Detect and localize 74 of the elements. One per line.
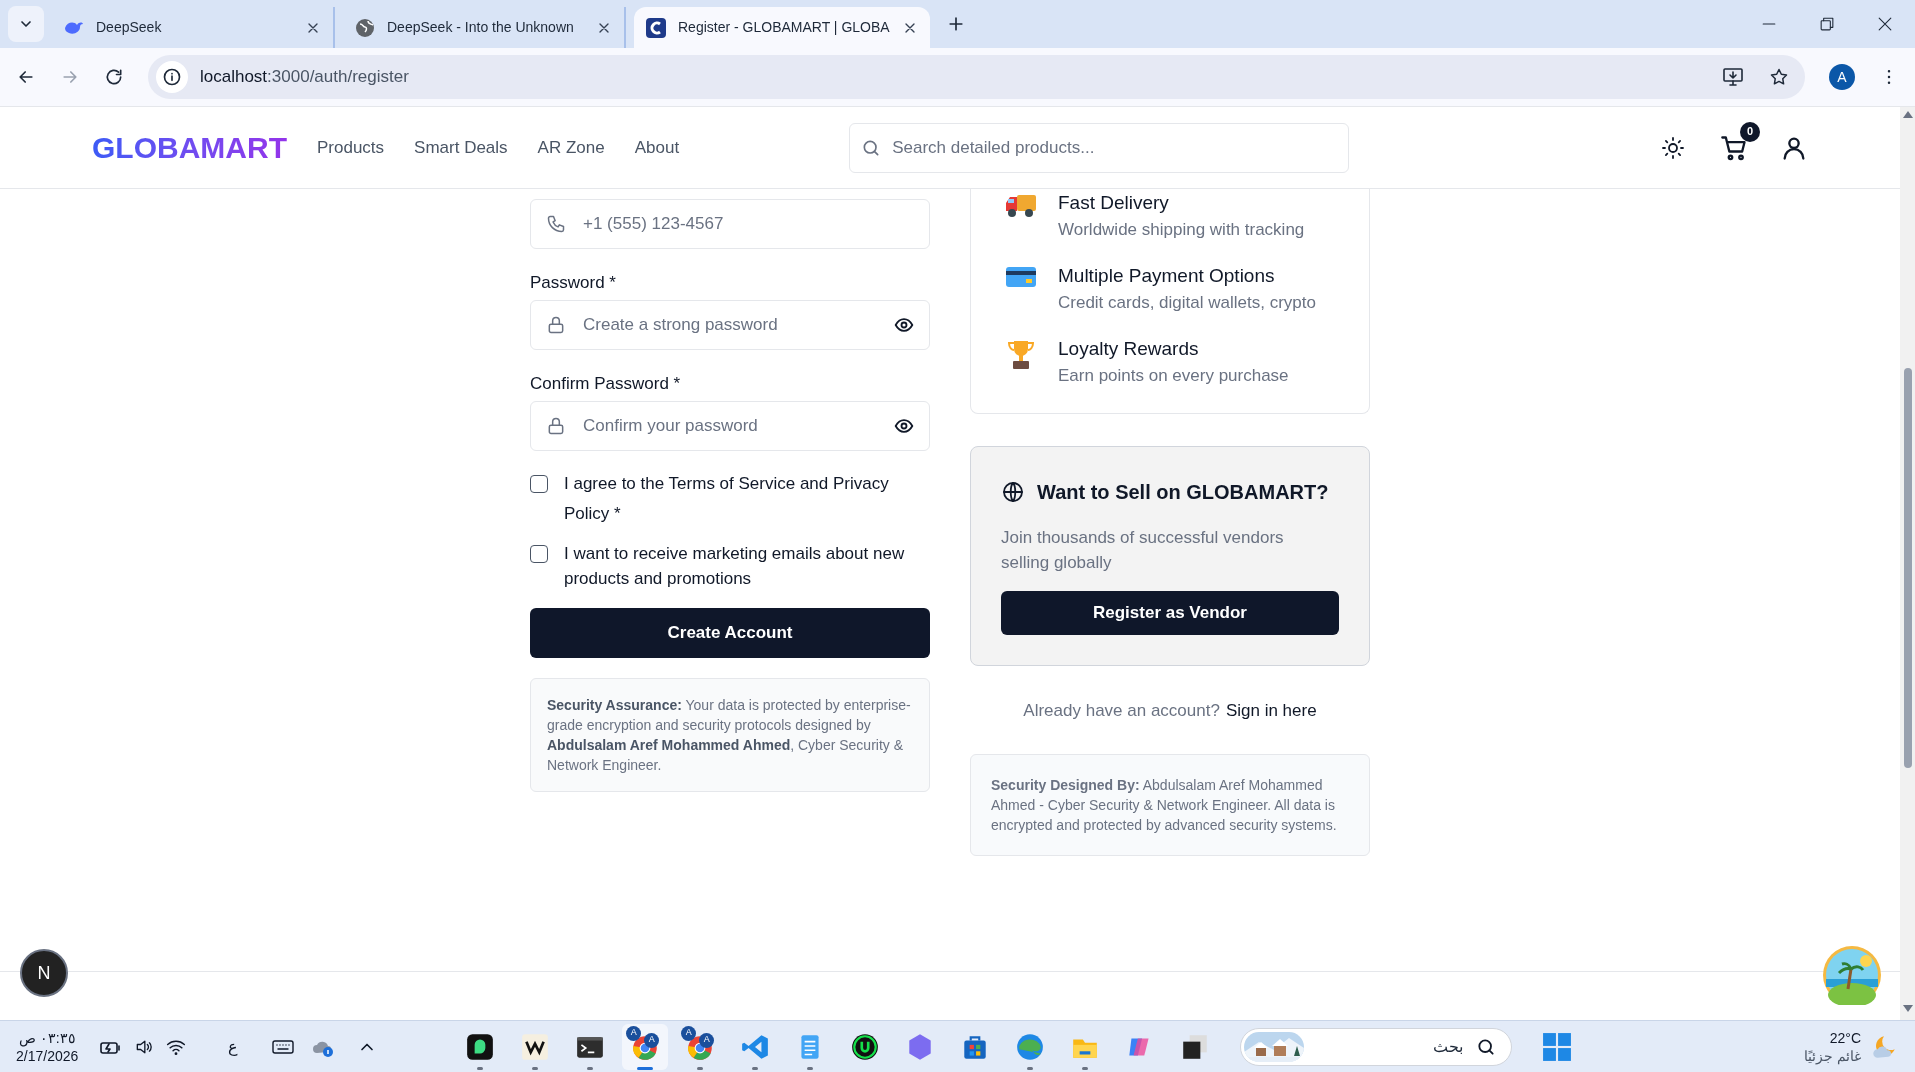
security-note: Security Assurance: Your data is protected by enterprise-grade encryption and security protocols designed by Abdulsalam Aref Mohammed Ahmed, Cyber Security & Network Engineer. xyxy=(547,696,912,775)
signin-link[interactable]: Sign in here xyxy=(1225,698,1317,724)
info-icon[interactable] xyxy=(162,67,182,87)
field-label: Password * xyxy=(530,272,617,294)
feature-title: Fast Delivery xyxy=(1058,191,1170,215)
island-avatar-icon[interactable] xyxy=(1822,945,1882,1005)
cart-icon[interactable] xyxy=(1720,133,1748,162)
feature-description: Worldwide shipping with tracking xyxy=(1058,219,1306,241)
feature-description: Credit cards, digital wallets, crypto xyxy=(1058,292,1317,314)
profile-badge: A xyxy=(626,1025,642,1041)
field-label: Confirm Password * xyxy=(530,373,682,395)
phone-icon xyxy=(546,214,566,234)
tab-title: DeepSeek xyxy=(96,18,163,37)
dev-badge[interactable]: N xyxy=(20,949,68,997)
clock-time[interactable]: ٠٣:٣٥ ص xyxy=(18,1028,76,1047)
clock-date[interactable]: 2/17/2026 xyxy=(16,1046,79,1065)
truck-icon xyxy=(1005,193,1037,219)
feature-description: Earn points on every purchase xyxy=(1058,365,1290,387)
scrollbar[interactable] xyxy=(1900,107,1915,1020)
search-field[interactable]: Search detailed products... xyxy=(849,122,1350,173)
security-designed-note: Security Designed By: Abdulsalam Aref Mohammed Ahmed - Cyber Security & Network Engineer. All data is encrypted and protected by advanced security systems. xyxy=(991,775,1338,835)
windows-start-icon[interactable] xyxy=(1542,1031,1573,1062)
password-field[interactable]: Create a strong password xyxy=(530,300,930,350)
checkbox-label[interactable]: I want to receive marketing emails about new products and promotions xyxy=(564,541,930,591)
lock-icon xyxy=(546,315,566,335)
language-indicator[interactable]: ع xyxy=(228,1034,239,1059)
globe-icon xyxy=(1001,480,1025,504)
taskbar-app[interactable]: A A xyxy=(677,1023,724,1070)
taskbar-app[interactable]: A A xyxy=(622,1023,669,1070)
eye-icon[interactable] xyxy=(894,315,914,335)
globe-icon xyxy=(355,17,375,38)
phone-field[interactable]: +1 (555) 123-4567 xyxy=(530,199,930,249)
vendor-description: Join thousands of successful vendors selling globally xyxy=(1001,527,1285,574)
install-app-icon[interactable] xyxy=(1721,65,1745,89)
profile-badge: A xyxy=(681,1025,697,1041)
password-field[interactable]: Confirm your password xyxy=(530,401,930,451)
nav-link[interactable]: About xyxy=(634,134,680,161)
checkbox[interactable] xyxy=(530,475,548,493)
checkbox[interactable] xyxy=(530,545,548,563)
reload-icon[interactable] xyxy=(104,67,124,87)
eye-icon[interactable] xyxy=(894,416,914,436)
nav-link[interactable]: AR Zone xyxy=(537,134,605,161)
register-vendor-button[interactable]: Register as Vendor xyxy=(1001,591,1339,635)
ring-app-icon xyxy=(850,1031,881,1062)
swirl-browser-icon xyxy=(1015,1031,1046,1062)
feature-title: Loyalty Rewards xyxy=(1058,337,1200,361)
profile-badge: A xyxy=(644,1032,660,1048)
trophy-icon xyxy=(1007,339,1035,371)
create-account-button[interactable]: Create Account xyxy=(530,608,930,658)
search-icon xyxy=(1476,1036,1497,1057)
sun-icon[interactable] xyxy=(1661,135,1685,160)
signin-prompt: Already have an account? xyxy=(1023,700,1220,722)
vendor-title: Want to Sell on GLOBAMART? xyxy=(1037,480,1329,505)
chat-app-icon xyxy=(465,1031,496,1062)
address-bar[interactable]: localhost:3000/auth/register xyxy=(148,55,1805,99)
url-text: localhost:3000/auth/register xyxy=(200,66,409,89)
weather-description[interactable]: غائم جزئيًا xyxy=(1804,1046,1861,1065)
tab-title: DeepSeek - Into the Unknown xyxy=(387,18,575,37)
lock-icon xyxy=(546,416,566,436)
temperature[interactable]: 22°C xyxy=(1829,1028,1861,1047)
site-logo-icon xyxy=(646,17,666,38)
profile-badge: A xyxy=(699,1032,715,1048)
tab-title: Register - GLOBAMART | GLOBA xyxy=(678,18,890,37)
tab-list-button[interactable] xyxy=(8,6,44,42)
nav-link[interactable]: Products xyxy=(317,134,385,161)
profile-avatar[interactable]: A xyxy=(1829,64,1855,90)
nav-link[interactable]: Smart Deals xyxy=(414,134,508,161)
feature-title: Multiple Payment Options xyxy=(1058,264,1276,288)
browser-tab[interactable]: Register - GLOBAMART | GLOBA xyxy=(634,7,930,48)
credit-card-icon xyxy=(1005,266,1037,288)
star-icon[interactable] xyxy=(1769,67,1789,87)
zigzag-app-icon xyxy=(520,1031,551,1062)
checkbox-label[interactable]: I agree to the Terms of Service and Privacy Policy * xyxy=(564,469,930,529)
cart-count-badge: 0 xyxy=(1740,121,1760,142)
